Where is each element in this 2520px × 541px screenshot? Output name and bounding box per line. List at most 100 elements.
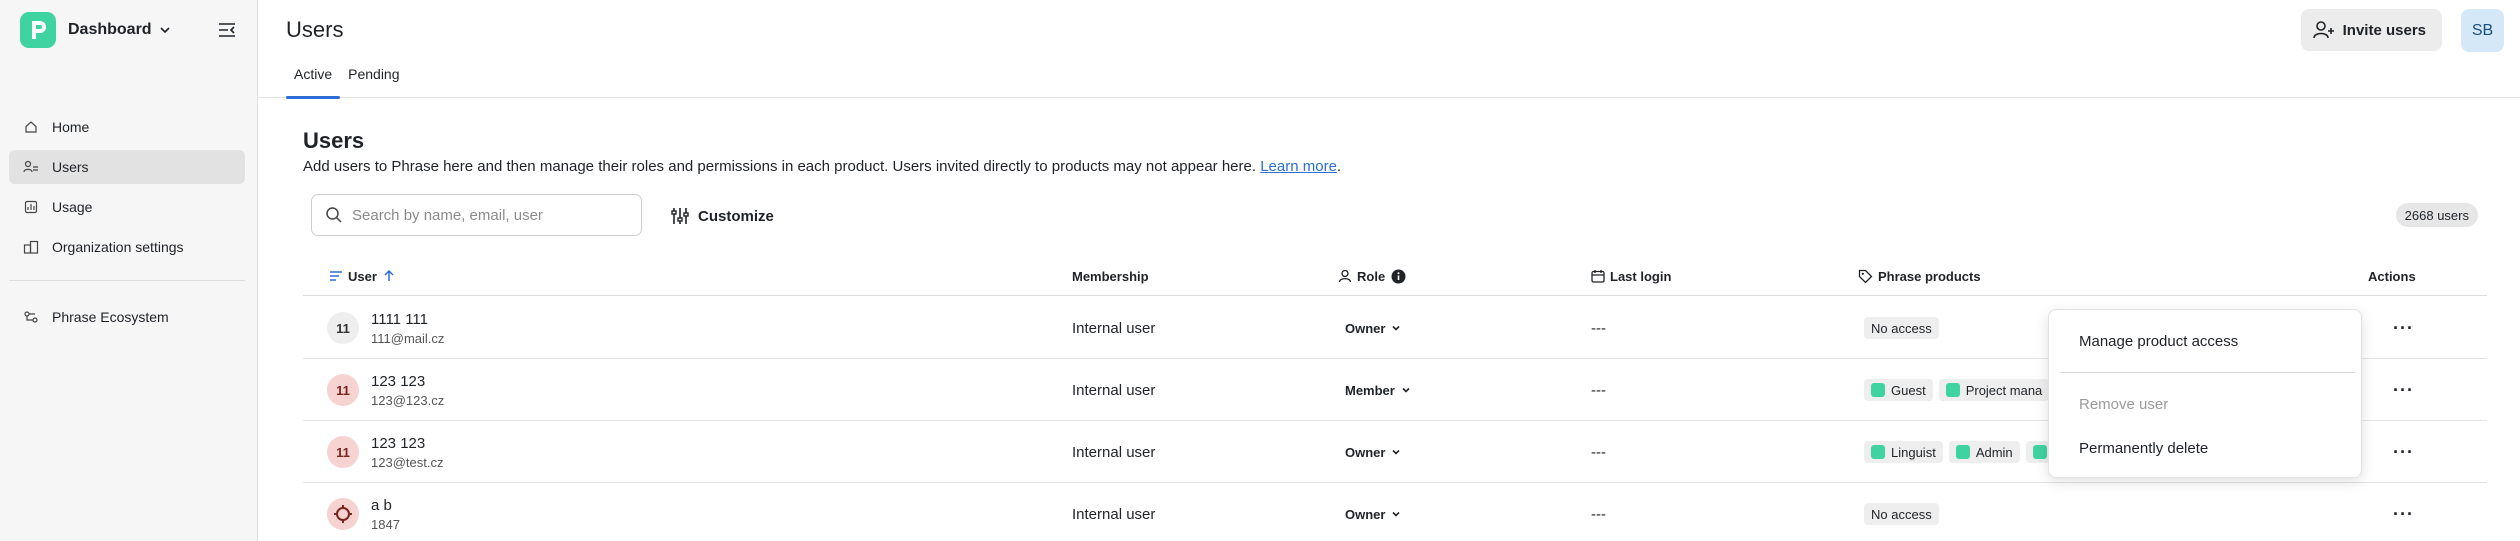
sidebar-item-phrase-ecosystem[interactable]: Phrase Ecosystem [9,300,245,334]
calendar-icon [1591,269,1605,283]
no-access-tag: No access [1864,503,1939,525]
product-tag: Guest [1864,379,1933,401]
no-access-tag: No access [1864,317,1939,339]
customize-label: Customize [698,207,774,225]
collapse-sidebar-button[interactable] [215,18,239,42]
sidebar-item-home[interactable]: Home [9,110,245,144]
sliders-icon [670,206,690,226]
last-login-cell: --- [1591,381,1606,399]
products-cell: No access [1864,297,2064,359]
usage-icon [23,199,39,215]
user-name: 123 123 [371,434,426,452]
avatar: 11 [327,312,359,344]
tms-product-icon [1871,445,1885,459]
chevron-down-icon [1391,509,1401,519]
description-text: Add users to Phrase here and then manage… [303,158,1257,175]
row-actions-button[interactable]: ··· [2393,359,2414,421]
role-dropdown[interactable]: Owner [1345,297,1401,359]
tms-product-icon [1871,383,1885,397]
user-name: 123 123 [371,372,426,390]
search-input[interactable] [352,206,612,224]
manage-product-access-item[interactable]: Manage product access [2079,333,2238,350]
column-last-login-label: Last login [1610,268,1672,284]
workspace-switcher[interactable]: Dashboard [20,12,172,48]
last-login-cell: --- [1591,443,1606,461]
list-icon [329,270,343,282]
user-cell: 11 123 123 123@test.cz [327,421,443,483]
product-role: Admin [1975,444,2013,460]
table-row[interactable]: a b 1847 Internal user Owner --- No acces… [303,483,2487,541]
column-membership[interactable]: Membership [1072,256,1149,296]
user-cell: 11 123 123 123@123.cz [327,359,444,421]
section-description: Add users to Phrase here and then manage… [303,158,1342,175]
sidebar-item-users[interactable]: Users [9,150,245,184]
role-dropdown[interactable]: Owner [1345,421,1401,483]
sort-ascending-icon[interactable] [383,270,395,282]
sidebar-item-label: Usage [52,199,93,215]
membership-cell: Internal user [1072,505,1156,523]
customize-button[interactable]: Customize [670,202,774,230]
invite-users-button[interactable]: Invite users [2300,9,2442,51]
tab-active[interactable]: Active [286,58,341,99]
product-role: Guest [1891,382,1926,398]
column-role[interactable]: Role [1338,256,1406,296]
role-dropdown[interactable]: Owner [1345,483,1401,541]
sidebar-item-label: Organization settings [52,239,184,255]
products-cell: Guest Project mana [1864,359,2064,421]
column-phrase-products[interactable]: Phrase products [1858,256,1981,296]
remove-user-item[interactable]: Remove user [2079,396,2168,413]
section-title: Users [303,128,365,153]
page-title: Users [286,17,344,42]
sidebar: Dashboard Home Users Usage Organization … [0,0,258,541]
organization-icon [23,239,39,255]
tab-pending[interactable]: Pending [340,58,407,98]
identicon-icon [334,505,352,523]
sidebar-divider [9,280,245,281]
row-actions-button[interactable]: ··· [2393,421,2414,483]
learn-more-link[interactable]: Learn more [1260,158,1337,175]
sidebar-item-label: Home [52,119,90,135]
user-email: 123@test.cz [371,454,444,470]
table-header: User Membership Role Last login Phrase p… [303,256,2487,296]
product-role: Project mana [1965,382,2043,398]
row-actions-menu: Manage product access Remove user Perman… [2048,309,2362,478]
avatar: 11 [327,374,359,406]
users-icon [23,159,39,175]
role-value: Owner [1345,320,1386,336]
permanently-delete-item[interactable]: Permanently delete [2079,440,2208,457]
user-count-badge: 2668 users [2395,203,2478,227]
sidebar-item-organization-settings[interactable]: Organization settings [9,230,245,264]
column-actions: Actions [2368,268,2416,284]
role-dropdown[interactable]: Member [1345,359,1411,421]
person-icon [1338,269,1352,283]
user-avatar[interactable]: SB [2461,9,2504,52]
product-tag: Project mana [1938,379,2050,401]
product-icon [2032,445,2047,459]
sidebar-item-usage[interactable]: Usage [9,190,245,224]
sidebar-nav-secondary: Phrase Ecosystem [9,300,245,340]
column-role-label: Role [1357,268,1386,284]
add-user-icon [2312,20,2335,40]
workspace-name: Dashboard [68,21,152,38]
tag-icon [1858,269,1873,284]
page-header: Users Active Pending Invite users SB [258,0,2520,99]
column-user-label: User [348,268,377,284]
last-login-cell: --- [1591,319,1606,337]
user-cell: 11 1111 111 111@mail.cz [327,297,444,359]
ecosystem-icon [23,309,39,325]
invite-users-label: Invite users [2342,21,2426,39]
row-actions-button[interactable]: ··· [2393,483,2414,541]
sidebar-collapse-icon [219,23,235,37]
user-name: 1111 111 [371,310,428,328]
row-actions-button[interactable]: ··· [2393,297,2414,359]
chevron-down-icon [1401,385,1411,395]
products-cell: No access [1864,483,2064,541]
column-user[interactable]: User [329,256,395,296]
product-role: Linguist [1891,444,1936,460]
info-icon[interactable] [1391,269,1406,284]
tabs: Active Pending [286,58,408,99]
column-last-login[interactable]: Last login [1591,256,1671,296]
user-email: 123@123.cz [371,392,445,408]
membership-cell: Internal user [1072,443,1156,461]
membership-cell: Internal user [1072,381,1156,399]
